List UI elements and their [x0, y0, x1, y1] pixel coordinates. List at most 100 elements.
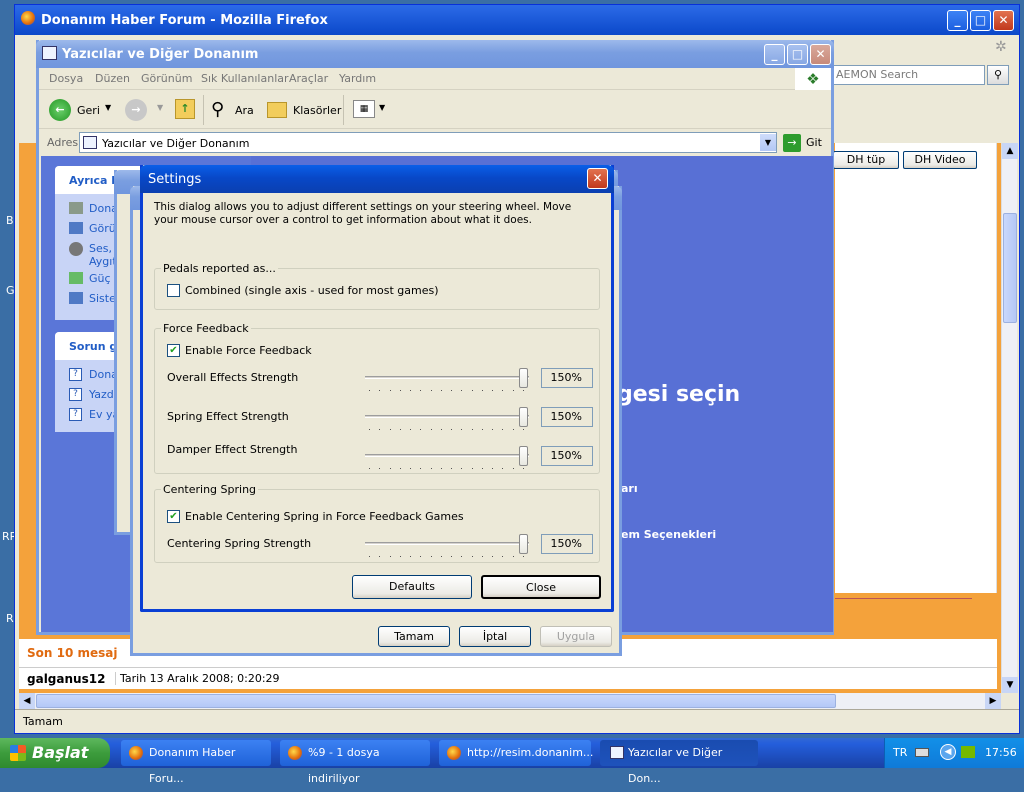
minimize-button[interactable]: _ [947, 10, 968, 31]
overall-effects-slider[interactable] [363, 368, 531, 396]
enable-cs-checkbox[interactable]: ✔ [167, 510, 180, 523]
settings-title: Settings [148, 172, 202, 187]
hscroll-thumb[interactable] [36, 694, 836, 708]
scroll-down-button[interactable]: ▼ [1002, 677, 1018, 693]
menu-gorunum[interactable]: Görünüm [141, 72, 192, 85]
up-folder-icon[interactable]: ↑ [175, 99, 195, 119]
main-link[interactable]: arı [621, 482, 638, 495]
close-button[interactable]: Close [481, 575, 601, 599]
address-bar: Adres Yazıcılar ve Diğer Donanım ▼ → Git [39, 130, 831, 156]
views-icon[interactable]: ▦ [353, 100, 375, 118]
start-button[interactable]: Başlat [0, 738, 110, 768]
back-arrow-icon[interactable]: ← [49, 99, 71, 121]
menu-duzen[interactable]: Düzen [95, 72, 130, 85]
maximize-button[interactable]: □ [787, 44, 808, 65]
slider-thumb[interactable] [519, 368, 528, 388]
explorer-titlebar: Yazıcılar ve Diğer Donanım _ □ ✕ [36, 40, 834, 68]
menu-araclar[interactable]: Araçlar [289, 72, 328, 85]
post-user[interactable]: galganus12 [27, 672, 105, 686]
cancel-button[interactable]: İptal [459, 626, 531, 647]
keyboard-icon[interactable] [915, 748, 929, 757]
slider-tick [379, 468, 381, 469]
search-icon[interactable]: ⚲ [211, 99, 224, 120]
go-arrow-icon[interactable]: → [783, 134, 801, 152]
enable-ff-checkbox[interactable]: ✔ [167, 344, 180, 357]
scroll-right-button[interactable]: ▶ [985, 693, 1001, 709]
search-label[interactable]: Ara [235, 104, 254, 117]
side-link[interactable]: Yazdı [89, 388, 117, 401]
explorer-menubar: Dosya Düzen Görünüm Sık Kullanılanlar Ar… [39, 68, 831, 90]
dropdown-icon[interactable]: ▼ [157, 103, 163, 112]
slider-thumb[interactable] [519, 446, 528, 466]
scroll-left-button[interactable]: ◀ [19, 693, 35, 709]
folders-label[interactable]: Klasörler [293, 104, 341, 117]
slider-tick [471, 390, 473, 391]
start-label: Başlat [32, 743, 89, 762]
slider-tick [451, 468, 453, 469]
cs-group-label: Centering Spring [161, 483, 259, 496]
menu-dosya[interactable]: Dosya [49, 72, 83, 85]
address-value: Yazıcılar ve Diğer Donanım [102, 137, 250, 150]
scroll-up-button[interactable]: ▲ [1002, 143, 1018, 159]
slider-tick [481, 556, 483, 557]
main-link[interactable]: em Seçenekleri [621, 528, 716, 541]
ff-vscrollbar[interactable]: ▲ ▼ [1001, 143, 1018, 693]
dropdown-icon[interactable]: ▼ [105, 103, 111, 112]
apply-button[interactable]: Uygula [540, 626, 612, 647]
taskbar-item[interactable]: Yazıcılar ve Diğer Don... [600, 740, 758, 785]
slider-tick [502, 468, 504, 469]
tab-dh-tup[interactable]: DH tüp [833, 151, 899, 169]
tab-dh-video[interactable]: DH Video [903, 151, 977, 169]
chevron-left-icon[interactable]: ◀ [940, 744, 956, 760]
dropdown-icon[interactable]: ▼ [379, 103, 385, 112]
menu-yardim[interactable]: Yardım [339, 72, 376, 85]
close-button[interactable]: ✕ [993, 10, 1014, 31]
back-label[interactable]: Geri [77, 104, 100, 117]
forward-arrow-icon[interactable]: → [125, 99, 147, 121]
taskbar-item[interactable]: http://resim.donanim... [439, 740, 593, 766]
defaults-button[interactable]: Defaults [352, 575, 472, 599]
slider-tick [461, 468, 463, 469]
firefox-titlebar: Donanım Haber Forum - Mozilla Firefox _ … [15, 5, 1019, 35]
taskbar-item-label: Yazıcılar ve Diğer Don... [628, 746, 723, 785]
ok-button[interactable]: Tamam [378, 626, 450, 647]
slider-thumb[interactable] [519, 534, 528, 554]
ff-page-white [835, 143, 997, 593]
close-icon[interactable]: ✕ [587, 168, 608, 189]
language-indicator[interactable]: TR [893, 746, 907, 759]
slider-tick [410, 429, 412, 430]
slider-tick [471, 468, 473, 469]
taskbar-item[interactable]: Donanım Haber Foru... [121, 740, 271, 785]
centering-spring-slider[interactable] [363, 534, 531, 562]
slider-tick [512, 429, 514, 430]
address-input[interactable]: Yazıcılar ve Diğer Donanım ▼ [79, 132, 777, 153]
menu-sik-kullanilanlar[interactable]: Sık Kullanılanlar [201, 72, 289, 85]
ff-search-button[interactable]: ⚲ [987, 65, 1009, 85]
slider-row: Spring Effect Strength 150% [167, 407, 597, 437]
post-row: galganus12 Tarih 13 Aralık 2008; 0:20:29 [19, 667, 997, 689]
maximize-button[interactable]: □ [970, 10, 991, 31]
nvidia-icon[interactable] [961, 746, 975, 758]
slider-tick [399, 429, 401, 430]
damper-effect-slider[interactable] [363, 446, 531, 474]
combined-checkbox[interactable] [167, 284, 180, 297]
slider-tick [481, 390, 483, 391]
slider-tick [430, 390, 432, 391]
go-label[interactable]: Git [806, 136, 822, 149]
ff-hscrollbar[interactable]: ◀ ▶ [19, 693, 1001, 709]
slider-tick [502, 390, 504, 391]
ff-status-text: Tamam [23, 715, 63, 728]
close-button[interactable]: ✕ [810, 44, 831, 65]
spring-effect-slider[interactable] [363, 407, 531, 435]
taskbar-item[interactable]: %9 - 1 dosya indiriliyor [280, 740, 430, 785]
folders-icon[interactable] [267, 102, 287, 118]
slider-thumb[interactable] [519, 407, 528, 427]
scroll-thumb[interactable] [1003, 213, 1017, 323]
slider-tick [369, 429, 370, 430]
ff-search-box[interactable]: AEMON Search [833, 65, 985, 85]
slider-value: 150% [541, 446, 593, 466]
enable-ff-label: Enable Force Feedback [185, 344, 312, 357]
firefox-icon [21, 11, 35, 25]
chevron-down-icon[interactable]: ▼ [760, 134, 776, 151]
minimize-button[interactable]: _ [764, 44, 785, 65]
